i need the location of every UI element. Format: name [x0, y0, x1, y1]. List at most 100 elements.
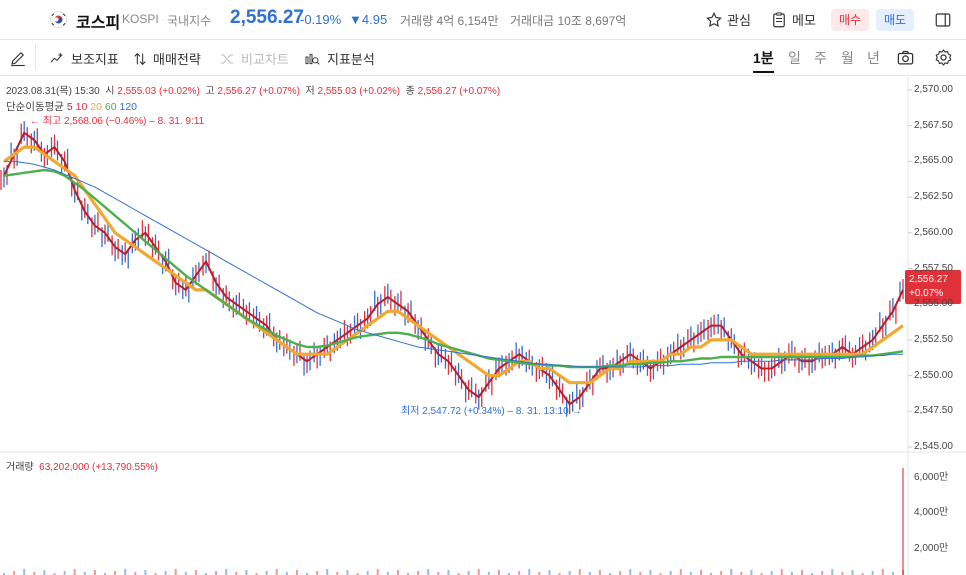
compare-icon — [221, 53, 233, 64]
strategy-button[interactable]: 매매전략 — [132, 49, 201, 68]
volume-bar — [528, 569, 531, 575]
price-tick-label: 2,562.50 — [914, 191, 953, 203]
volume-bar — [467, 571, 470, 575]
compare-chart-button[interactable]: 비교차트 — [218, 49, 289, 68]
compare-chart-label: 비교차트 — [241, 52, 289, 67]
stock-header: 코스피 KOSPI 국내지수 2,556.27 -0.19% ▼4.95 · 거… — [0, 0, 966, 40]
sell-button[interactable]: 매도 — [876, 9, 914, 31]
volume-bar — [780, 569, 783, 575]
price-tick-label: 2,570.00 — [914, 84, 953, 95]
volume-bar — [275, 569, 278, 575]
volume-bar — [629, 569, 632, 575]
ma-line-120 — [4, 160, 903, 368]
volume-bar — [568, 571, 571, 575]
chart-area[interactable] — [0, 77, 966, 575]
volume-bar — [295, 570, 298, 575]
volume-bar — [730, 569, 733, 575]
volume-tick-label: 6,000만 — [914, 472, 949, 483]
volume-bar — [63, 571, 66, 575]
volume-bar — [831, 569, 834, 575]
change-amount: ▼4.95 — [349, 12, 388, 27]
volume-bar — [396, 570, 399, 575]
period-week[interactable]: 주 — [814, 48, 827, 68]
price-tick-label: 2,567.50 — [914, 119, 953, 131]
volume-bar — [265, 571, 268, 575]
volume-bar — [43, 570, 46, 575]
low-value: 2,555.03 (+0.02%) — [317, 86, 401, 97]
volume-info: 거래량 63,202,000 (+13,790.55%) — [6, 458, 158, 473]
volume-bar — [73, 569, 76, 575]
high-annotation: ← 최고 2,568.06 (−0.46%) – 8. 31. 9:11 — [30, 116, 205, 127]
volume-bar — [649, 570, 652, 575]
price-tick-label: 2,560.00 — [914, 226, 953, 238]
volume-bar — [669, 571, 672, 575]
volume-bar — [679, 569, 682, 575]
indicator-analysis-label: 지표분석 — [327, 52, 375, 67]
watch-button[interactable]: 관심 — [705, 10, 751, 29]
period-year[interactable]: 년 — [867, 48, 880, 68]
volume-bar — [720, 571, 723, 575]
volume-bar — [427, 569, 430, 575]
memo-button[interactable]: 메모 — [770, 10, 816, 29]
volume-text: 거래량 4억 6,154만 — [400, 14, 499, 28]
volume-bar — [518, 571, 521, 575]
volume-bar — [164, 571, 167, 575]
korea-flag-icon — [50, 11, 67, 28]
volume-bar — [174, 569, 177, 575]
volume-bar — [316, 571, 319, 575]
stock-code: KOSPI — [122, 12, 159, 26]
price-chart-svg[interactable] — [0, 77, 966, 575]
volume-bar — [114, 571, 117, 575]
low-label: 저 — [305, 86, 315, 97]
volume-bar — [578, 569, 581, 575]
ohlc-info: 2023.08.31(목) 15:30 시 2,555.03 (+0.02%) … — [6, 82, 500, 97]
volume-bar — [699, 570, 702, 575]
price-tick-label: 2,547.50 — [914, 405, 953, 417]
volume-bar — [23, 569, 26, 575]
volume-bar — [326, 569, 329, 575]
aux-indicator-button[interactable]: 보조지표 — [48, 49, 119, 68]
volume-value: 63,202,000 (+13,790.55%) — [39, 462, 158, 473]
toolbar-divider — [35, 44, 36, 70]
period-month[interactable]: 월 — [841, 48, 854, 68]
analysis-icon — [305, 53, 320, 65]
price-tick-label: 2,552.50 — [914, 333, 953, 345]
price-tick-label: 2,565.00 — [914, 155, 953, 167]
current-price: 2,556.27 — [230, 7, 304, 28]
separator-dot: · — [388, 11, 392, 25]
close-label: 종 — [405, 86, 415, 97]
period-1min[interactable]: 1분 — [753, 48, 774, 73]
volume-bar — [881, 569, 884, 575]
buy-button[interactable]: 매수 — [831, 9, 869, 31]
indicator-icon — [50, 52, 63, 63]
volume-bar — [497, 570, 500, 575]
volume-bar — [750, 570, 753, 575]
camera-icon[interactable] — [896, 48, 915, 67]
period-day[interactable]: 일 — [788, 48, 801, 68]
ma-line-60 — [3, 168, 904, 369]
price-tick-label: 2,555.00 — [914, 298, 953, 310]
pencil-icon[interactable] — [9, 49, 27, 67]
volume-bar — [821, 571, 824, 575]
settings-gear-icon[interactable] — [934, 48, 953, 67]
volume-bar — [800, 570, 803, 575]
stock-name: 코스피 — [76, 15, 121, 32]
high-value: 2,556.27 (+0.07%) — [217, 86, 300, 97]
open-label: 시 — [105, 86, 115, 97]
open-value: 2,555.03 (+0.02%) — [117, 86, 200, 97]
volume-bar — [447, 570, 450, 575]
volume-bar — [598, 570, 601, 575]
indicator-analysis-button[interactable]: 지표분석 — [302, 49, 375, 68]
low-annotation: 최저 2,547.72 (+0.34%) – 8. 31. 13:10 → — [401, 406, 582, 417]
volume-bar — [215, 571, 218, 575]
change-percent: -0.19% — [300, 12, 342, 27]
aux-indicator-label: 보조지표 — [71, 52, 119, 67]
volume-bar — [770, 571, 773, 575]
volume-bar — [144, 570, 147, 575]
sidebar-toggle-icon[interactable] — [934, 11, 952, 29]
volume-bar — [245, 570, 248, 575]
volume-bar — [477, 569, 480, 575]
stock-category: 국내지수 — [167, 14, 212, 28]
price-tick-label: 2,550.00 — [914, 369, 953, 381]
volume-bar — [548, 570, 551, 575]
